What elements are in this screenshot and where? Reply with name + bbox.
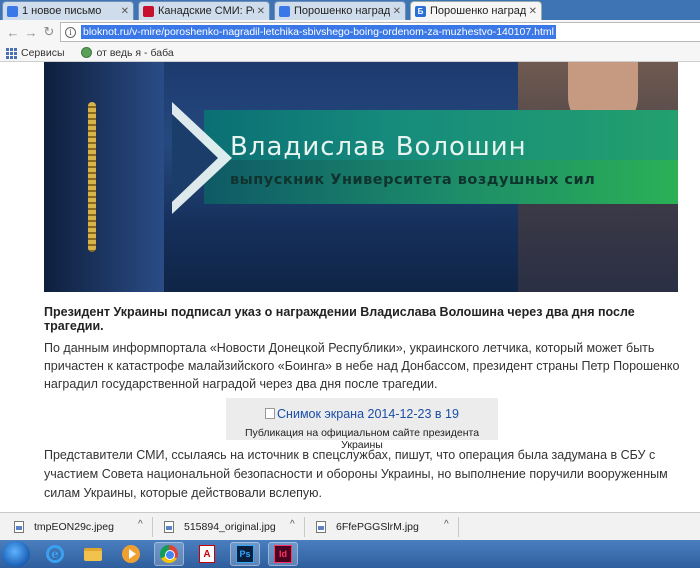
bookmark-item[interactable]: от ведь я - баба xyxy=(80,46,174,59)
forward-arrow-icon[interactable]: → xyxy=(22,23,40,41)
download-filename: 515894_original.jpg xyxy=(184,521,276,533)
hero-name: Владислав Волошин xyxy=(230,132,527,162)
bloknot-favicon-icon: Б xyxy=(415,5,426,17)
aiguillette-decoration xyxy=(88,102,96,252)
taskbar-media-player[interactable] xyxy=(116,542,146,566)
chrome-icon xyxy=(160,545,178,563)
url-text[interactable]: bloknot.ru/v-mire/poroshenko-nagradil-le… xyxy=(81,25,556,39)
broken-image-icon xyxy=(265,408,276,419)
taskbar: e A Ps Id xyxy=(0,540,700,568)
file-icon xyxy=(316,521,326,533)
indesign-icon: Id xyxy=(274,545,292,563)
bookmark-apps[interactable]: Сервисы xyxy=(6,47,65,59)
tab-strip: 1 новое письмо ✕ Канадские СМИ: Россия ✕… xyxy=(0,0,700,20)
tab-poroshenko-active[interactable]: Б Порошенко наградил с ✕ xyxy=(410,1,542,20)
photoshop-icon: Ps xyxy=(236,545,254,563)
reload-icon[interactable]: ↻ xyxy=(40,23,58,41)
taskbar-photoshop[interactable]: Ps xyxy=(230,542,260,566)
chevron-up-icon[interactable]: ^ xyxy=(138,519,143,530)
hero-image: Владислав Волошин выпускник Университета… xyxy=(44,62,678,292)
news-favicon-icon xyxy=(143,5,154,17)
taskbar-indesign[interactable]: Id xyxy=(268,542,298,566)
taskbar-ie[interactable]: e xyxy=(40,542,70,566)
article-figure: Снимок экрана 2014-12-23 в 19 Публикация… xyxy=(226,398,498,451)
close-icon[interactable]: ✕ xyxy=(393,6,401,17)
info-icon[interactable]: i xyxy=(65,26,76,38)
address-bar[interactable]: i bloknot.ru/v-mire/poroshenko-nagradil-… xyxy=(60,22,700,42)
start-button[interactable] xyxy=(2,541,30,567)
download-filename: tmpEON29c.jpeg xyxy=(34,521,114,533)
taskbar-chrome[interactable] xyxy=(154,542,184,566)
chevron-up-icon[interactable]: ^ xyxy=(444,519,449,530)
internet-explorer-icon: e xyxy=(46,545,64,563)
globe-icon xyxy=(80,47,92,58)
apps-grid-icon xyxy=(6,47,17,59)
file-icon xyxy=(164,521,174,533)
article-lead: Президент Украины подписал указ о награж… xyxy=(44,305,635,333)
tab-canadian-media[interactable]: Канадские СМИ: Россия ✕ xyxy=(138,1,270,20)
download-filename: 6FfePGGSlrM.jpg xyxy=(336,521,419,533)
bookmark-label: Сервисы xyxy=(21,46,65,59)
bookmark-label: от ведь я - баба xyxy=(96,46,174,59)
tab-poroshenko-1[interactable]: Порошенко наградил Во ✕ xyxy=(274,1,406,20)
pdf-icon: A xyxy=(199,545,215,563)
browser-toolbar: ← → ↻ i bloknot.ru/v-mire/poroshenko-nag… xyxy=(0,20,700,44)
article-paragraph: По данным информпортала «Новости Донецко… xyxy=(44,341,680,391)
taskbar-acrobat[interactable]: A xyxy=(192,542,222,566)
file-icon xyxy=(14,521,24,533)
tab-label: Канадские СМИ: Россия xyxy=(158,5,254,17)
back-arrow-icon[interactable]: ← xyxy=(4,23,22,41)
download-item[interactable]: tmpEON29c.jpeg xyxy=(14,519,114,535)
tab-mail[interactable]: 1 новое письмо ✕ xyxy=(2,1,134,20)
folder-icon xyxy=(84,547,102,561)
image-alt-text: Снимок экрана 2014-12-23 в 19 xyxy=(277,406,459,421)
close-icon[interactable]: ✕ xyxy=(121,6,129,17)
taskbar-explorer[interactable] xyxy=(78,542,108,566)
article-paragraph: Представители СМИ, ссылаясь на источник … xyxy=(44,448,668,500)
media-player-icon xyxy=(122,545,140,563)
chevron-up-icon[interactable]: ^ xyxy=(290,519,295,530)
bookmarks-bar: Сервисы от ведь я - баба xyxy=(0,44,700,62)
tab-label: Порошенко наградил Во xyxy=(294,5,390,17)
hero-subtitle: выпускник Университета воздушных сил xyxy=(230,172,596,188)
download-shelf: tmpEON29c.jpeg ^ 515894_original.jpg ^ 6… xyxy=(0,512,700,540)
tab-label: Порошенко наградил с xyxy=(430,5,526,17)
close-icon[interactable]: ✕ xyxy=(529,6,537,17)
download-item[interactable]: 6FfePGGSlrM.jpg xyxy=(316,519,419,535)
close-icon[interactable]: ✕ xyxy=(257,6,265,17)
page-content: Владислав Волошин выпускник Университета… xyxy=(0,62,700,512)
page-favicon-icon xyxy=(279,5,290,17)
mail-favicon-icon xyxy=(7,5,18,17)
broken-image-link[interactable]: Снимок экрана 2014-12-23 в 19 xyxy=(265,407,459,421)
download-item[interactable]: 515894_original.jpg xyxy=(164,519,276,535)
tab-label: 1 новое письмо xyxy=(22,5,102,17)
